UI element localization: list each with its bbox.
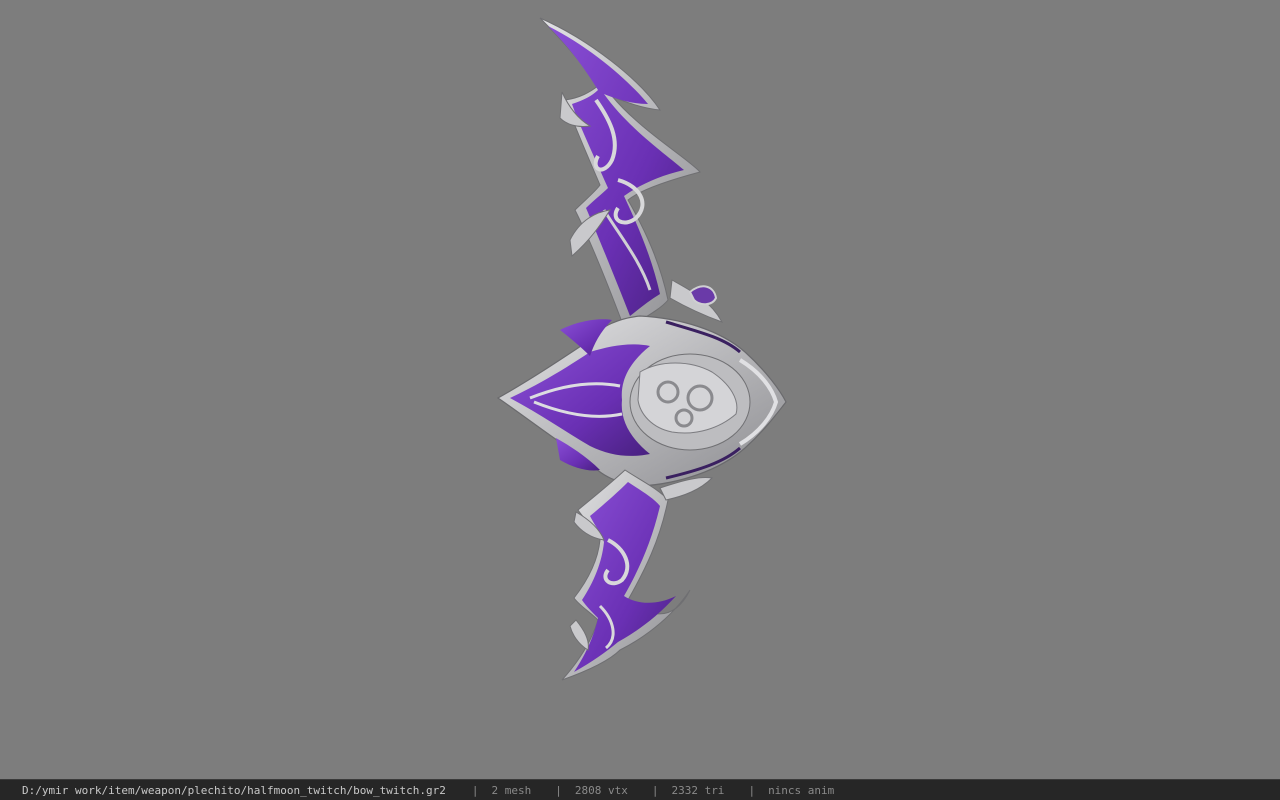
animation-status: nincs anim: [768, 783, 835, 797]
separator: |: [555, 783, 562, 797]
separator: |: [651, 783, 659, 797]
separator: |: [471, 783, 479, 797]
mesh-count: 2 mesh: [491, 783, 532, 797]
separator: |: [748, 783, 756, 797]
bow-3d-model: [496, 17, 787, 681]
vertex-count: 2808 vtx: [574, 783, 628, 797]
status-bar: D:/ymir work/item/weapon/plechito/halfmo…: [0, 779, 1280, 800]
model-viewport[interactable]: [0, 0, 1280, 779]
file-path: D:/ymir work/item/weapon/plechito/halfmo…: [22, 783, 446, 797]
triangle-count: 2332 tri: [671, 783, 725, 797]
